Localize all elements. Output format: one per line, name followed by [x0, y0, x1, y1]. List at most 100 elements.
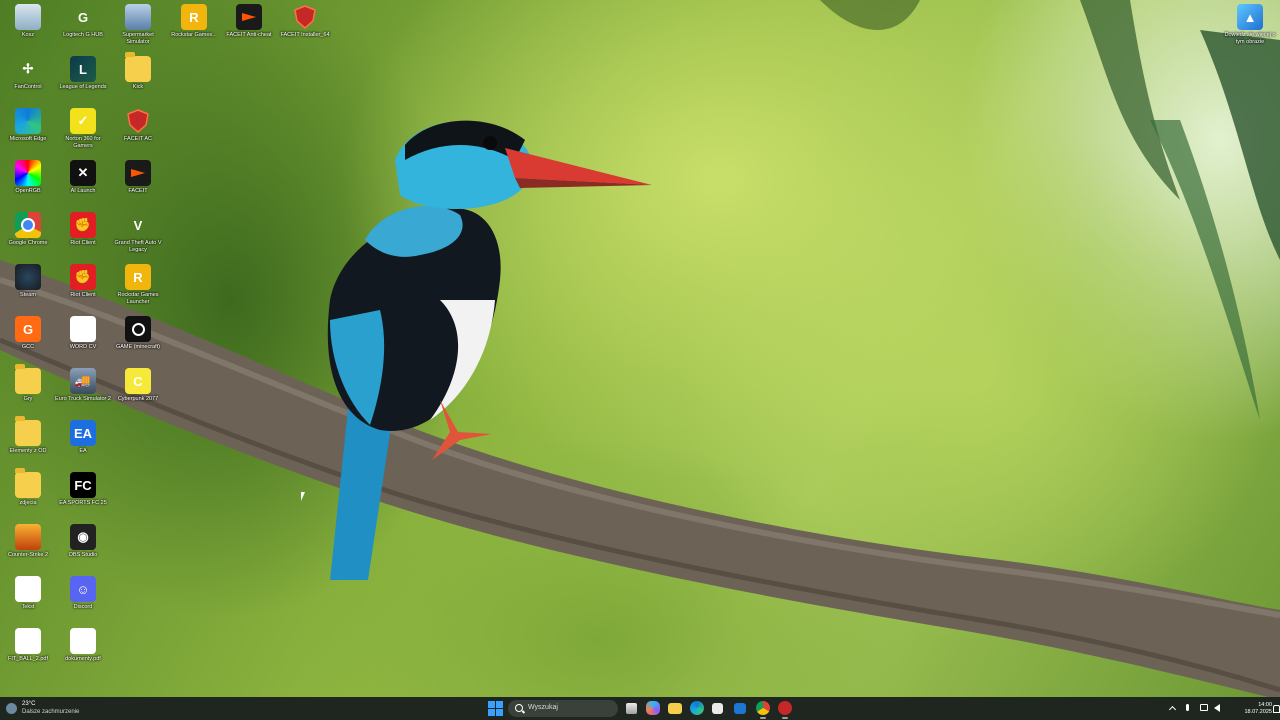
desktop-icon-pdf-file[interactable]: PDF FIT_BALL_2.pdf [0, 628, 56, 663]
desktop-icon-elementy-folder[interactable]: Elementy z OD [0, 416, 56, 455]
desktop-icon-label: zdjecia [19, 500, 37, 506]
taskbar-mail[interactable] [734, 703, 746, 714]
taskbar-search[interactable]: Wyszukaj [508, 700, 618, 717]
desktop-icon-google-chrome[interactable]: Google Chrome [0, 212, 56, 247]
desktop-icon-label: FACEIT Anti-cheat [226, 32, 272, 38]
pdf-file-icon: PDF [70, 316, 96, 342]
ai-launch-icon: ✕ [70, 160, 96, 186]
desktop-icon-zdjecia-folder[interactable]: zdjecia [0, 468, 56, 507]
desktop-icon-kick-folder[interactable]: Kick [110, 52, 166, 91]
desktop-icon-ea[interactable]: EA EA [55, 420, 111, 455]
desktop-icon-norton[interactable]: ✓ Norton 360 for Gamers [55, 108, 111, 149]
supermarket-simulator-icon [125, 4, 151, 30]
cloud-icon [6, 703, 17, 714]
pdf-file-icon: PDF [70, 628, 96, 654]
desktop-icon-gry-folder[interactable]: Gry [0, 364, 56, 403]
desktop-icon-gcc[interactable]: G GCC [0, 316, 56, 351]
desktop-icon-pdf-dokumenty[interactable]: PDF dokumenty.pdf [55, 628, 111, 663]
chevron-up-icon[interactable] [1168, 705, 1177, 714]
clock-date[interactable]: 18.07.2025 [1236, 709, 1272, 715]
desktop-icon-recycle-bin[interactable]: Kosz [0, 4, 56, 39]
recycle-bin-icon [15, 4, 41, 30]
desktop-icon-riot-client[interactable]: ✊ Riot Client [55, 212, 111, 247]
taskbar-edge[interactable] [690, 701, 704, 715]
kingfisher-photo [0, 0, 1280, 697]
desktop-icon-tekst[interactable]: Tekst [0, 576, 56, 611]
riot-client-icon: ✊ [70, 212, 96, 238]
notification-bell-icon[interactable] [1273, 705, 1280, 713]
taskbar-task-view[interactable] [626, 703, 637, 714]
running-indicator [760, 717, 766, 719]
fan-icon: ✢ [22, 61, 34, 76]
desktop-icon-label: GCC [21, 344, 35, 350]
desktop-icon-riot-client-2[interactable]: ✊ Riot Client [55, 264, 111, 299]
network-icon[interactable] [1200, 704, 1208, 711]
desktop-icon-label: Euro Truck Simulator 2 [55, 396, 111, 402]
learn-more-about-image[interactable]: ▲ Dowiedz się więcej o tym obrazie [1222, 4, 1278, 45]
desktop-icon-faceit-ac[interactable]: FACEIT AC [110, 108, 166, 143]
ea-icon: EA [70, 420, 96, 446]
clock-time[interactable]: 14:00 [1244, 702, 1272, 708]
text-file-icon [15, 576, 41, 602]
desktop-icon-faceit-installer[interactable]: FACEIT Installer_64 [277, 4, 333, 39]
desktop-icon-cyberpunk[interactable]: C Cyberpunk 2077 [110, 368, 166, 403]
search-icon [515, 704, 523, 712]
desktop-icon-league-of-legends[interactable]: L League of Legends [55, 56, 111, 91]
desktop-icon-gta-v[interactable]: V Grand Theft Auto V Legacy [110, 212, 166, 253]
desktop-icon-label: Counter-Strike 2 [7, 552, 49, 558]
desktop-icon-fancontrol[interactable]: ✢ FanControl [0, 56, 56, 91]
discord-icon: ☺ [70, 576, 96, 602]
taskbar-copilot[interactable] [646, 701, 660, 715]
desktop-icon-obs-studio[interactable]: ◉ OBS Studio [55, 524, 111, 559]
desktop-icon-faceit[interactable]: FACEIT [110, 160, 166, 195]
logitech-g-icon: G [77, 9, 89, 25]
spotlight-icon: ▲ [1237, 4, 1263, 30]
weather-widget[interactable]: 23°C Dalsze zachmurzenie [4, 699, 114, 718]
taskbar-store[interactable] [712, 703, 723, 714]
taskbar-file-explorer[interactable] [668, 703, 682, 714]
faceit-shield-icon [125, 108, 151, 134]
taskbar-chrome[interactable] [756, 701, 770, 715]
desktop-icon-logitech-g-hub[interactable]: G Logitech G HUB [55, 4, 111, 39]
desktop-icon-label: FACEIT Installer_64 [280, 32, 330, 38]
desktop-icon-label: Rockstar Games... [171, 32, 217, 38]
taskbar: 23°C Dalsze zachmurzenie Wyszukaj 14:00 … [0, 697, 1280, 720]
desktop-icon-ea-fc-25[interactable]: FC EA SPORTS FC 25 [55, 472, 111, 507]
microphone-icon[interactable] [1186, 704, 1189, 711]
desktop-icon-label: Grand Theft Auto V Legacy [114, 240, 162, 253]
desktop-icon-label: Riot Client [70, 240, 96, 246]
desktop-icon-faceit-anticheat[interactable]: FACEIT Anti-cheat [221, 4, 277, 39]
desktop-icon-label: EA [79, 448, 87, 454]
desktop-icon-openrgb[interactable]: OpenRGB [0, 160, 56, 195]
faceit-icon [125, 160, 151, 186]
volume-icon[interactable] [1214, 704, 1220, 712]
desktop-icon-counter-strike[interactable]: Counter-Strike 2 [0, 524, 56, 559]
desktop-icon-rockstar-launcher[interactable]: R Rockstar Games Launcher [110, 264, 166, 305]
folder-icon [15, 416, 41, 446]
learn-more-label: Dowiedz się więcej o tym obrazie [1224, 32, 1276, 45]
desktop-icon-rockstar-games[interactable]: R Rockstar Games... [166, 4, 222, 39]
gcc-icon: G [15, 316, 41, 342]
desktop-icon-game[interactable]: GAME (minecraft) [110, 316, 166, 351]
desktop-icon-discord[interactable]: ☺ Discord [55, 576, 111, 611]
weather-temperature: 23°C [22, 701, 36, 707]
desktop-icon-supermarket-simulator[interactable]: Supermarket Simulator [110, 4, 166, 45]
desktop-icon-label: Google Chrome [8, 240, 48, 246]
desktop-icon-label: WORD CV [69, 344, 97, 350]
obs-icon: ◉ [70, 524, 96, 550]
desktop-icon-label: Elementy z OD [9, 448, 47, 454]
desktop-icon-steam[interactable]: Steam [0, 264, 56, 299]
desktop-icon-label: EA SPORTS FC 25 [59, 500, 107, 506]
windows-logo-icon [488, 701, 495, 708]
desktop-icon-ai-launch[interactable]: ✕ AI Launch [55, 160, 111, 195]
desktop-icon-label: FanControl [14, 84, 42, 90]
taskbar-faceit[interactable] [778, 701, 792, 715]
start-button[interactable] [488, 701, 503, 716]
desktop-icon-word-cv[interactable]: PDF WORD CV [55, 316, 111, 351]
desktop-icon-label: Cyberpunk 2077 [117, 396, 159, 402]
desktop-icon-microsoft-edge[interactable]: Microsoft Edge [0, 108, 56, 143]
desktop-icon-euro-truck[interactable]: 🚚 Euro Truck Simulator 2 [55, 368, 111, 403]
folder-icon [15, 364, 41, 394]
mouse-cursor-icon [301, 492, 305, 501]
desktop-icon-label: Riot Client [70, 292, 96, 298]
